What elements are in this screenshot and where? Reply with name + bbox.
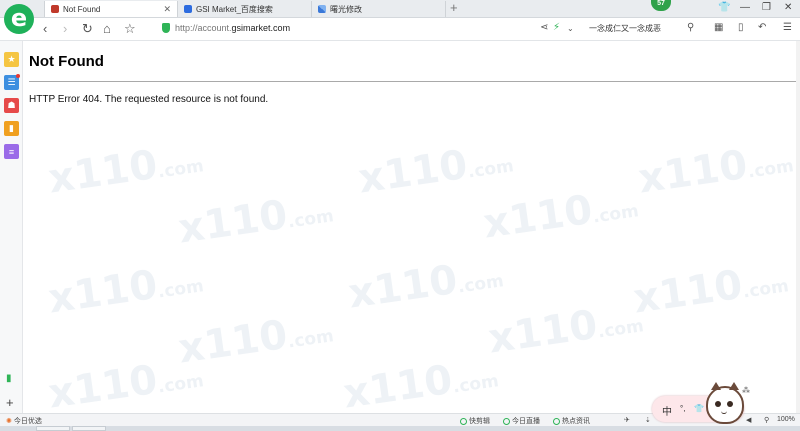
notification-badge[interactable]: 57 — [651, 0, 671, 11]
menu-icon[interactable]: ☰ — [783, 22, 792, 33]
zoom-icon[interactable]: ⚲ — [764, 416, 769, 424]
watermark: x110.com — [340, 356, 500, 413]
tab-not-found[interactable]: Not Found ✕ — [44, 1, 178, 17]
chevron-down-icon[interactable]: ⌄ — [567, 24, 574, 33]
add-sidebar-item-icon[interactable]: + — [6, 395, 14, 410]
page-content: x110.com x110.com x110.com x110.com x110… — [23, 41, 800, 413]
back-arrow-icon[interactable]: ‹ — [43, 21, 47, 37]
search-icon[interactable]: ⚲ — [687, 22, 694, 33]
status-item-live[interactable]: 今日直播 — [503, 416, 540, 426]
close-window-button[interactable]: ✕ — [784, 2, 792, 13]
flame-icon: ✺ — [6, 418, 12, 425]
cat-ear — [729, 382, 739, 390]
ime-mode[interactable]: 中 — [662, 403, 672, 418]
favorites-star-icon[interactable]: ★ — [4, 52, 19, 67]
new-tab-button[interactable]: + — [450, 1, 458, 15]
lightning-icon[interactable]: ⚡ — [553, 22, 560, 33]
watermark: x110.com — [45, 141, 205, 203]
watermark: x110.com — [355, 141, 515, 203]
undo-icon[interactable]: ↶ — [758, 22, 766, 33]
watermark: x110.com — [635, 141, 795, 203]
ime-cat-mascot-icon[interactable] — [706, 382, 744, 424]
tab-gsi-market-search[interactable]: GSI Market_百度搜索 — [178, 1, 312, 17]
live-icon — [503, 417, 510, 425]
cat-mouth — [721, 410, 727, 414]
divider — [29, 81, 797, 82]
phone-icon[interactable]: ▯ — [738, 22, 744, 33]
restore-button[interactable]: ❐ — [762, 2, 771, 13]
game-icon[interactable]: ☗ — [4, 98, 19, 113]
taskbar — [0, 426, 800, 431]
navigation-bar: ‹ › ↻ ⌂ ☆ http://account.gsimarket.com ⋖… — [0, 18, 800, 41]
watermark: x110.com — [345, 256, 505, 318]
tab-strip: Not Found ✕ GSI Market_百度搜索 曙光修改 + 57 👕 … — [0, 0, 800, 18]
watermark: x110.com — [175, 191, 335, 253]
error-message: HTTP Error 404. The requested resource i… — [29, 94, 269, 105]
skin-icon[interactable]: 👕 — [694, 404, 704, 413]
today-picks[interactable]: ✺ 今日优选 — [6, 416, 42, 426]
paw-icon: ⁂ — [742, 386, 750, 395]
sidebar: ★ ☰ ☗ ▮ ≡ ▮ + — [0, 41, 23, 413]
scrollbar[interactable] — [796, 41, 800, 413]
watermark: x110.com — [630, 261, 790, 323]
home-icon[interactable]: ⌂ — [103, 21, 111, 37]
download-icon[interactable]: ⇣ — [645, 416, 651, 424]
address-bar[interactable]: http://account.gsimarket.com — [175, 23, 290, 33]
watermark: x110.com — [45, 356, 205, 413]
watermark: x110.com — [175, 311, 335, 373]
apps-grid-icon[interactable]: ▦ — [714, 22, 723, 33]
cat-ear — [711, 382, 721, 390]
punctuation-icon[interactable]: °, — [680, 404, 685, 413]
watermark: x110.com — [480, 186, 640, 248]
minimize-button[interactable]: — — [740, 2, 750, 13]
clip-icon — [460, 417, 467, 425]
shirt-icon[interactable]: 👕 — [718, 2, 730, 13]
browser-e-logo-icon[interactable]: e — [4, 4, 34, 34]
news-list-icon[interactable]: ☰ — [4, 74, 20, 90]
battery-icon[interactable]: ▮ — [6, 373, 12, 384]
page-favicon-icon — [51, 5, 59, 13]
watermark: x110.com — [485, 301, 645, 363]
note-icon[interactable]: ≡ — [4, 144, 19, 159]
watermark: x110.com — [45, 261, 205, 323]
news-icon — [553, 417, 560, 425]
baidu-paw-icon — [184, 5, 192, 13]
notification-dot — [16, 74, 20, 78]
tab-label: 曙光修改 — [330, 4, 362, 14]
volume-icon[interactable]: ◀ — [746, 416, 751, 424]
taskbar-thumbnail[interactable] — [36, 426, 70, 431]
url-prefix: http://account. — [175, 23, 232, 33]
shield-icon[interactable] — [162, 23, 170, 33]
pin-icon[interactable]: ✈ — [624, 416, 630, 424]
url-domain: gsimarket.com — [231, 23, 291, 33]
search-suggestion[interactable]: 一念成仁又一念成恶 — [589, 23, 661, 34]
forward-arrow-icon[interactable]: › — [63, 21, 67, 37]
tab-label: Not Found — [63, 4, 101, 14]
book-icon[interactable]: ▮ — [4, 121, 19, 136]
tab-label: GSI Market_百度搜索 — [196, 4, 273, 14]
reload-icon[interactable]: ↻ — [82, 21, 93, 37]
page-title: Not Found — [29, 53, 104, 70]
zoom-level[interactable]: 100% — [777, 416, 795, 423]
taskbar-thumbnail[interactable] — [72, 426, 106, 431]
star-icon[interactable]: ☆ — [124, 21, 136, 37]
status-item-news[interactable]: 热点资讯 — [553, 416, 590, 426]
page-favicon-icon — [318, 5, 326, 13]
share-icon[interactable]: ⋖ — [540, 22, 548, 33]
status-item-kuaijianji[interactable]: 快剪辑 — [460, 416, 490, 426]
close-tab-icon[interactable]: ✕ — [163, 4, 171, 15]
tab-shuguang[interactable]: 曙光修改 — [312, 1, 446, 17]
cat-eye — [727, 401, 733, 407]
cat-eye — [715, 401, 721, 407]
